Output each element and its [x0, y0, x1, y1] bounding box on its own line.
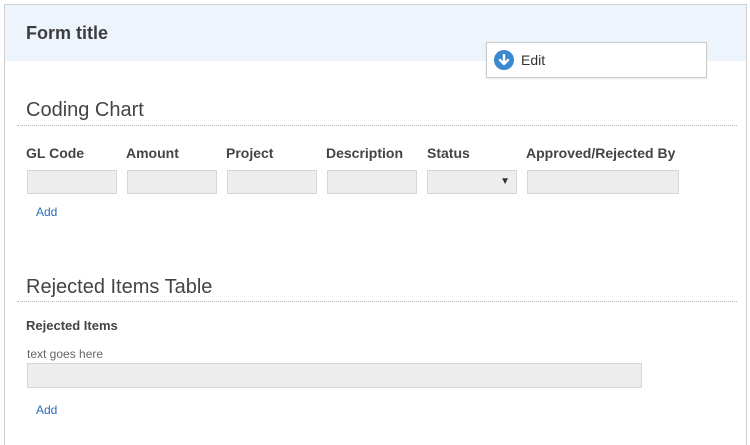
rejected-items-add-link[interactable]: Add — [36, 403, 57, 417]
arrow-down-circle-icon — [494, 50, 514, 70]
status-select[interactable]: ▼ — [427, 170, 517, 194]
column-label-description: Description — [326, 145, 404, 161]
caret-down-icon: ▼ — [500, 176, 510, 187]
rejected-items-table-title: Rejected Items Table — [26, 276, 213, 298]
rejected-items-input[interactable] — [27, 363, 642, 388]
column-label-amount: Amount — [126, 145, 179, 161]
rejected-items-divider — [17, 301, 737, 302]
project-input[interactable] — [227, 170, 317, 194]
coding-chart-title: Coding Chart — [26, 99, 144, 121]
column-label-approved-rejected-by: Approved/Rejected By — [526, 145, 676, 161]
column-label-gl-code: GL Code — [26, 145, 85, 161]
coding-chart-add-link[interactable]: Add — [36, 205, 57, 219]
rejected-items-label: Rejected Items — [26, 318, 118, 333]
column-label-status: Status — [427, 145, 470, 161]
rejected-items-hint: text goes here — [27, 347, 104, 361]
gl-code-input[interactable] — [27, 170, 117, 194]
edit-menu-item[interactable]: Edit — [486, 42, 707, 78]
amount-input[interactable] — [127, 170, 217, 194]
description-input[interactable] — [327, 170, 417, 194]
column-label-project: Project — [226, 145, 274, 161]
form-container: Form title Edit Coding Chart GL Code Amo… — [4, 4, 747, 445]
approved-rejected-by-input[interactable] — [527, 170, 679, 194]
form-title: Form title — [26, 23, 109, 43]
coding-chart-divider — [17, 125, 737, 126]
edit-label: Edit — [521, 52, 546, 68]
